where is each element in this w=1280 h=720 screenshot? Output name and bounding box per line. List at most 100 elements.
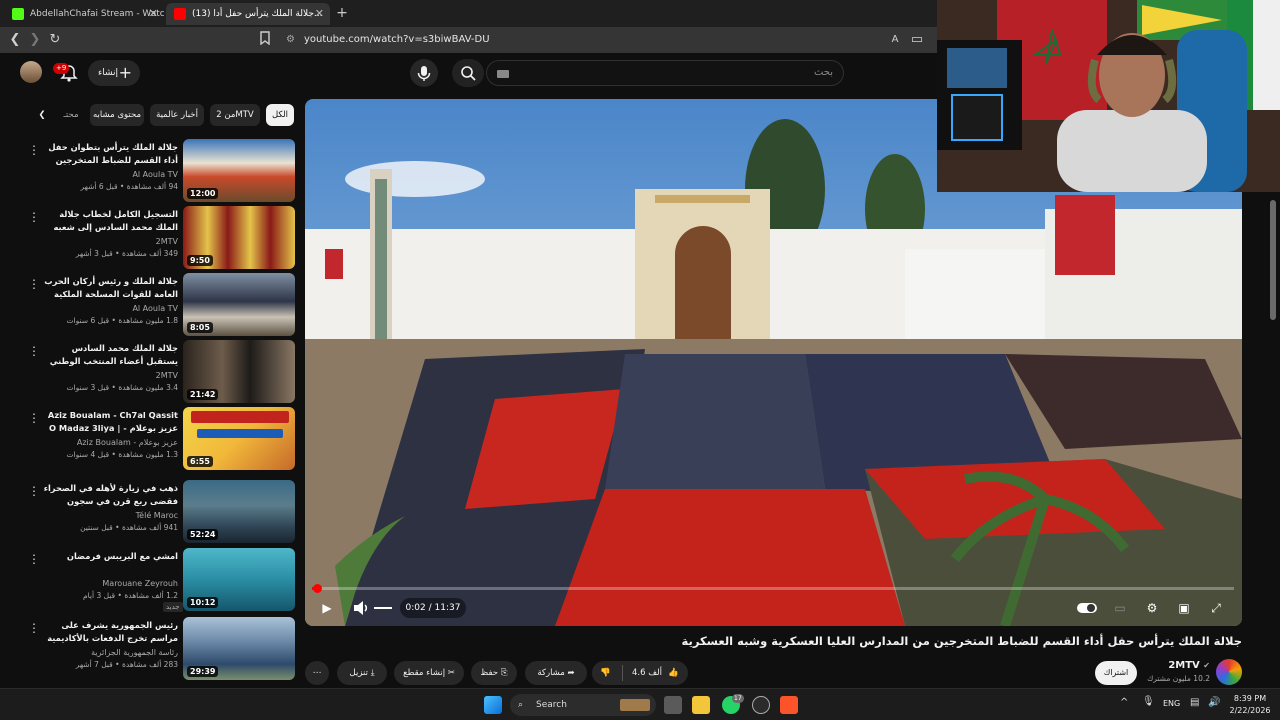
chevron-left-icon[interactable]: ❮ <box>34 104 50 126</box>
related-meta: 1.2 ألف مشاهدة • قبل 3 أيام <box>82 591 178 600</box>
progress-bar[interactable] <box>312 587 1234 590</box>
more-options-icon[interactable]: ⋮ <box>28 411 40 425</box>
site-info-icon[interactable]: ⚙ <box>286 30 295 50</box>
chevron-up-icon[interactable]: ^ <box>1120 697 1128 708</box>
back-icon[interactable]: ❮ <box>6 31 24 49</box>
chip-world-news[interactable]: أخبار عالمية <box>150 104 204 126</box>
url-field[interactable]: ⚙ youtube.com/watch?v=s3biwBAV-DU <box>280 30 928 50</box>
clock-time: 8:39 PM <box>1233 694 1267 703</box>
create-button[interactable]: إنشاء + <box>88 60 140 86</box>
related-item[interactable]: ⋮ جلالة الملك محمد السادس يستقبل أعضاء ا… <box>0 340 300 406</box>
new-tab-button[interactable]: + <box>334 3 350 23</box>
captions-icon[interactable]: ▭ <box>1109 597 1131 619</box>
volume-icon[interactable] <box>350 597 372 619</box>
network-icon[interactable]: ▤ <box>1190 697 1199 708</box>
system-clock[interactable]: 8:39 PM 2/22/2026 <box>1228 693 1272 717</box>
save-button[interactable]: حفظ ⎘ <box>471 661 517 685</box>
create-label: إنشاء <box>98 68 119 78</box>
search-button[interactable] <box>452 59 484 87</box>
related-title[interactable]: امشي مع البريبس فرمضان <box>42 550 178 576</box>
settings-icon[interactable]: ⚙ <box>1141 597 1163 619</box>
tab-stream[interactable]: AbdellahChafai Stream - Watch Live ✕ <box>4 3 164 25</box>
language-indicator[interactable]: ENG <box>1163 699 1180 708</box>
related-item[interactable]: ⋮ التسجيل الكامل لخطاب جلالة الملك محمد … <box>0 206 300 272</box>
chip-similar[interactable]: محتوى مشابه <box>90 104 144 126</box>
close-tab-icon[interactable]: ✕ <box>149 3 158 25</box>
like-icon[interactable]: 👍 <box>668 661 679 685</box>
related-item[interactable]: ⋮ ذهب في زيارة لأهله في الصحراء فقضى ربع… <box>0 480 300 546</box>
related-channel[interactable]: Aziz Boualam - عزيز بوعلام <box>42 437 178 448</box>
page-scrollbar[interactable] <box>1270 200 1276 320</box>
scrubber-handle[interactable] <box>313 584 322 593</box>
more-options-icon[interactable]: ⋮ <box>28 277 40 291</box>
brave-browser-icon[interactable] <box>780 696 798 714</box>
tab-title: (13) جلالة الملك يترأس حفل أدا... <box>192 9 323 19</box>
more-options-icon[interactable]: ⋮ <box>28 344 40 358</box>
obs-icon[interactable] <box>752 696 770 714</box>
translate-icon[interactable]: A <box>886 31 904 49</box>
autoplay-toggle[interactable] <box>1076 597 1098 619</box>
subscribe-button[interactable]: اشتراك <box>1095 661 1137 685</box>
more-actions-icon[interactable]: ⋯ <box>305 661 329 685</box>
related-title[interactable]: جلالة الملك محمد السادس يستقبل أعضاء الم… <box>42 342 178 368</box>
related-title[interactable]: جلالة الملك و رئيس أركان الحرب العامة لل… <box>42 275 178 301</box>
windows-start-icon[interactable] <box>484 696 502 714</box>
related-meta: 94 ألف مشاهدة • قبل 6 أشهر <box>80 182 178 191</box>
tab-youtube[interactable]: (13) جلالة الملك يترأس حفل أدا... ✕ <box>166 3 330 25</box>
channel-avatar[interactable] <box>1216 659 1242 685</box>
miniplayer-icon[interactable]: ▣ <box>1173 597 1195 619</box>
chip-from-2mtv[interactable]: من 2MTV <box>210 104 260 126</box>
search-input[interactable]: بحث <box>486 60 844 86</box>
related-channel[interactable]: 2MTV <box>42 370 178 381</box>
fullscreen-icon[interactable]: ⤢ <box>1205 597 1227 619</box>
channel-name[interactable]: 2MTV ✔ <box>1150 660 1210 671</box>
chip-more[interactable]: محتـ <box>60 104 82 126</box>
more-options-icon[interactable]: ⋮ <box>28 621 40 635</box>
related-title[interactable]: التسجيل الكامل لخطاب جلالة الملك محمد ال… <box>42 208 179 234</box>
microphone-icon[interactable] <box>410 59 438 87</box>
bookmark-icon[interactable] <box>256 31 274 49</box>
related-item[interactable]: ⋮ Aziz Boualam - Ch7al Qassit O Madaz 3l… <box>0 407 300 473</box>
more-options-icon[interactable]: ⋮ <box>28 143 40 157</box>
play-icon[interactable]: ▶ <box>316 597 338 619</box>
task-view-icon[interactable] <box>664 696 682 714</box>
more-options-icon[interactable]: ⋮ <box>28 552 40 566</box>
avatar[interactable] <box>20 61 42 83</box>
download-button[interactable]: تنزيل ⤓ <box>337 661 387 685</box>
related-channel[interactable]: Al Aoula TV <box>42 169 178 180</box>
related-item[interactable]: ⋮ جلالة الملك و رئيس أركان الحرب العامة … <box>0 273 300 339</box>
related-channel[interactable]: رئاسة الجمهورية الجزائرية <box>42 647 178 658</box>
related-channel[interactable]: Al Aoula TV <box>42 303 178 314</box>
keyboard-icon[interactable] <box>497 70 509 78</box>
taskbar-search[interactable]: ⌕ Search <box>510 694 656 716</box>
file-explorer-icon[interactable] <box>692 696 710 714</box>
cast-icon[interactable]: ▭ <box>908 31 926 49</box>
related-channel[interactable]: Marouane Zeyrouh <box>42 578 178 589</box>
related-channel[interactable]: 2MTV <box>42 236 178 247</box>
related-channel[interactable]: Télé Maroc <box>42 510 178 521</box>
reload-icon[interactable]: ↻ <box>46 31 64 49</box>
volume-slider[interactable] <box>374 607 392 609</box>
forward-icon[interactable]: ❯ <box>26 31 44 49</box>
related-title[interactable]: رئيس الجمهورية يشرف على مراسم تخرج الدفع… <box>42 619 178 645</box>
clip-button[interactable]: إنشاء مقطع ✂ <box>394 661 464 685</box>
download-label: تنزيل <box>349 668 368 678</box>
duration-badge: 8:05 <box>187 322 213 333</box>
related-title[interactable]: ذهب في زيارة لأهله في الصحراء فقضى ربع ق… <box>42 482 178 508</box>
share-label: مشاركة <box>537 668 565 678</box>
related-title[interactable]: جلالة الملك يترأس بتطوان حفل أداء القسم … <box>42 141 178 167</box>
close-tab-icon[interactable]: ✕ <box>315 3 324 25</box>
more-options-icon[interactable]: ⋮ <box>28 210 40 224</box>
microphone-tray-icon[interactable]: 🎙 <box>1142 696 1155 707</box>
more-options-icon[interactable]: ⋮ <box>28 484 40 498</box>
related-item[interactable]: ⋮ جلالة الملك يترأس بتطوان حفل أداء القس… <box>0 139 300 205</box>
plus-icon: + <box>118 63 132 82</box>
related-title[interactable]: Aziz Boualam - Ch7al Qassit O Madaz 3liy… <box>42 409 178 435</box>
like-count[interactable]: 4.6 ألف <box>632 661 662 685</box>
chip-all[interactable]: الكل <box>266 104 294 126</box>
related-item[interactable]: ⋮ رئيس الجمهورية يشرف على مراسم تخرج الد… <box>0 617 300 683</box>
related-item[interactable]: ⋮ امشي مع البريبس فرمضان Marouane Zeyrou… <box>0 548 300 614</box>
dislike-icon[interactable]: 👎 <box>600 661 611 685</box>
share-button[interactable]: مشاركة ➦ <box>525 661 587 685</box>
speaker-icon[interactable]: 🔊 <box>1208 697 1220 708</box>
